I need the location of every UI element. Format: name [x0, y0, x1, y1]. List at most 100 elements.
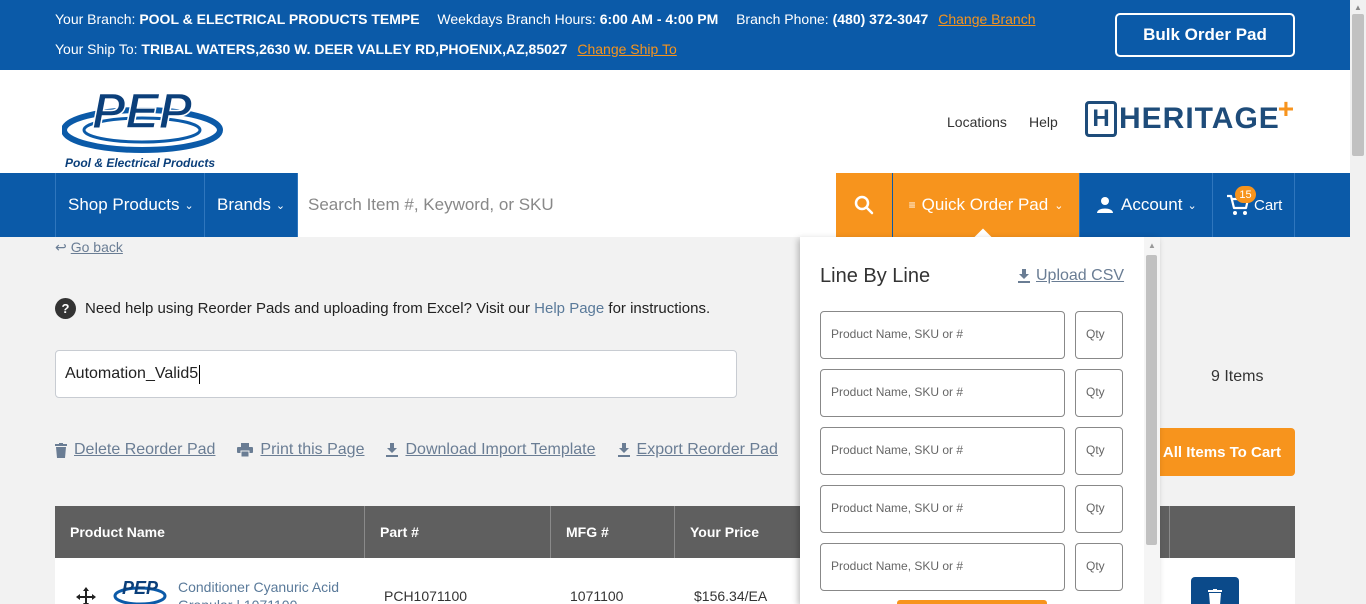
heritage-logo[interactable]: H HERITAGE +	[1085, 93, 1294, 138]
download-template-link[interactable]: Download Import Template	[386, 441, 596, 459]
branch-name: POOL & ELECTRICAL PRODUCTS TEMPE	[139, 11, 420, 27]
delete-label: Delete Reorder Pad	[74, 441, 216, 458]
column-header: Part #	[365, 506, 551, 558]
column-divider	[1169, 506, 1170, 558]
search-button[interactable]	[836, 173, 892, 237]
user-icon	[1097, 197, 1113, 213]
items-count: 9 Items	[1211, 368, 1264, 385]
quick-order-pad-label: Quick Order Pad	[921, 195, 1049, 214]
dropdown-scrollbar[interactable]: ▲	[1144, 237, 1160, 604]
page-scrollbar[interactable]: ▲	[1350, 0, 1366, 604]
product-search-input[interactable]: Product Name, SKU or #	[820, 543, 1065, 591]
back-arrow-icon: ↩	[55, 239, 67, 255]
change-ship-to-link[interactable]: Change Ship To	[577, 41, 676, 57]
go-back-label: Go back	[70, 239, 123, 255]
pep-logo-mark: PEP	[61, 82, 223, 153]
qty-input[interactable]: Qty	[1075, 311, 1123, 359]
qty-input[interactable]: Qty	[1075, 543, 1123, 591]
locations-link[interactable]: Locations	[947, 114, 1007, 130]
qty-input[interactable]: Qty	[1075, 485, 1123, 533]
print-page-link[interactable]: Print this Page	[237, 441, 364, 459]
shop-products-label: Shop Products	[68, 195, 180, 214]
change-branch-link[interactable]: Change Branch	[938, 11, 1035, 27]
question-icon: ?	[55, 298, 76, 319]
svg-text:PEP: PEP	[122, 578, 159, 598]
dropdown-scroll-thumb[interactable]	[1146, 255, 1157, 545]
product-search-input[interactable]: Product Name, SKU or #	[820, 485, 1065, 533]
export-reorder-pad-link[interactable]: Export Reorder Pad	[617, 441, 778, 459]
help-link[interactable]: Help	[1029, 114, 1058, 130]
download-icon	[1018, 269, 1030, 283]
mfg-number: 1071100	[570, 588, 624, 604]
search-icon	[854, 195, 874, 215]
part-number: PCH1071100	[384, 588, 468, 604]
branch-info-bar: Your Branch: POOL & ELECTRICAL PRODUCTS …	[0, 0, 1350, 70]
help-text-1: Need help using Reorder Pads and uploadi…	[85, 300, 530, 317]
chevron-down-icon: ⌄	[275, 199, 286, 212]
hours-value: 6:00 AM - 4:00 PM	[599, 11, 719, 27]
quick-order-pad-menu[interactable]: ≡ Quick Order Pad ⌄	[893, 173, 1079, 246]
brands-menu[interactable]: Brands ⌄	[205, 173, 298, 237]
qty-input[interactable]: Qty	[1075, 369, 1123, 417]
product-search-input[interactable]: Product Name, SKU or #	[820, 311, 1065, 359]
ship-to-row: Your Ship To: TRIBAL WATERS,2630 W. DEER…	[55, 41, 677, 57]
upload-csv-link[interactable]: Upload CSV	[1018, 267, 1124, 285]
shop-products-menu[interactable]: Shop Products ⌄	[55, 173, 205, 237]
search-input[interactable]	[308, 195, 836, 215]
heritage-h-icon: H	[1085, 101, 1117, 137]
scroll-up-icon: ▲	[1148, 241, 1156, 250]
add-to-cart-button-partial[interactable]	[897, 600, 1047, 604]
printer-icon	[237, 443, 254, 457]
column-header: Product Name	[55, 506, 365, 558]
text-caret	[199, 364, 201, 384]
chevron-down-icon: ⌄	[184, 199, 194, 212]
product-search-input[interactable]: Product Name, SKU or #	[820, 369, 1065, 417]
chevron-down-icon: ⌄	[1187, 199, 1197, 212]
product-search-input[interactable]: Product Name, SKU or #	[820, 427, 1065, 475]
account-menu[interactable]: Account ⌄	[1079, 173, 1213, 237]
help-notice: ? Need help using Reorder Pads and uploa…	[55, 298, 710, 319]
pep-logo[interactable]: PEP Pool & Electrical Products	[61, 78, 224, 170]
download-icon	[386, 443, 399, 457]
delete-reorder-pad-link[interactable]: Delete Reorder Pad	[55, 441, 215, 459]
scroll-up-icon: ▲	[1354, 3, 1362, 12]
column-header: MFG #	[551, 506, 675, 558]
pad-name-value: Automation_Valid5	[65, 365, 199, 382]
ship-label: Your Ship To:	[55, 41, 138, 57]
branch-info-row: Your Branch: POOL & ELECTRICAL PRODUCTS …	[55, 11, 1036, 27]
product-name-link[interactable]: Conditioner Cyanuric Acid Granular | 107…	[178, 578, 353, 604]
page-scroll-thumb[interactable]	[1352, 14, 1364, 156]
product-thumbnail: PEP	[113, 578, 167, 604]
upload-csv-label: Upload CSV	[1036, 267, 1125, 284]
go-back-link[interactable]: ↩ Go back	[55, 239, 123, 256]
line-by-line-title: Line By Line	[820, 265, 931, 287]
chevron-down-icon: ⌄	[1054, 199, 1064, 212]
reorder-actions: Delete Reorder Pad Print this Page Downl…	[55, 441, 800, 459]
delete-row-button[interactable]	[1191, 577, 1239, 604]
cart-label: Cart	[1254, 196, 1283, 214]
site-header: PEP Pool & Electrical Products Locations…	[0, 70, 1350, 173]
phone-value: (480) 372-3047	[832, 11, 929, 27]
brands-label: Brands	[217, 195, 271, 214]
qty-input[interactable]: Qty	[1075, 427, 1123, 475]
branch-label: Your Branch:	[55, 11, 136, 27]
account-label: Account	[1121, 195, 1183, 214]
cart-button[interactable]: Cart	[1213, 173, 1295, 237]
trash-icon	[1208, 589, 1222, 604]
price: $156.34/EA	[694, 588, 768, 604]
list-icon: ≡	[908, 198, 916, 212]
download-icon	[617, 443, 630, 457]
export-label: Export Reorder Pad	[636, 441, 778, 458]
help-page-link[interactable]: Help Page	[534, 300, 604, 317]
phone-label: Branch Phone:	[736, 11, 829, 27]
ship-value: TRIBAL WATERS,2630 W. DEER VALLEY RD,PHO…	[141, 41, 568, 57]
reorder-pad-name-input[interactable]: Automation_Valid5	[55, 350, 737, 398]
add-all-to-cart-button[interactable]: All Items To Cart	[1140, 428, 1295, 476]
heritage-plus-icon: +	[1277, 93, 1295, 124]
cart-count-badge: 15	[1235, 186, 1256, 203]
bulk-order-pad-button[interactable]: Bulk Order Pad	[1115, 13, 1295, 57]
trash-icon	[55, 442, 67, 458]
logo-caption: Pool & Electrical Products	[65, 156, 216, 170]
drag-handle-icon[interactable]	[75, 586, 97, 604]
search-box	[298, 173, 836, 237]
